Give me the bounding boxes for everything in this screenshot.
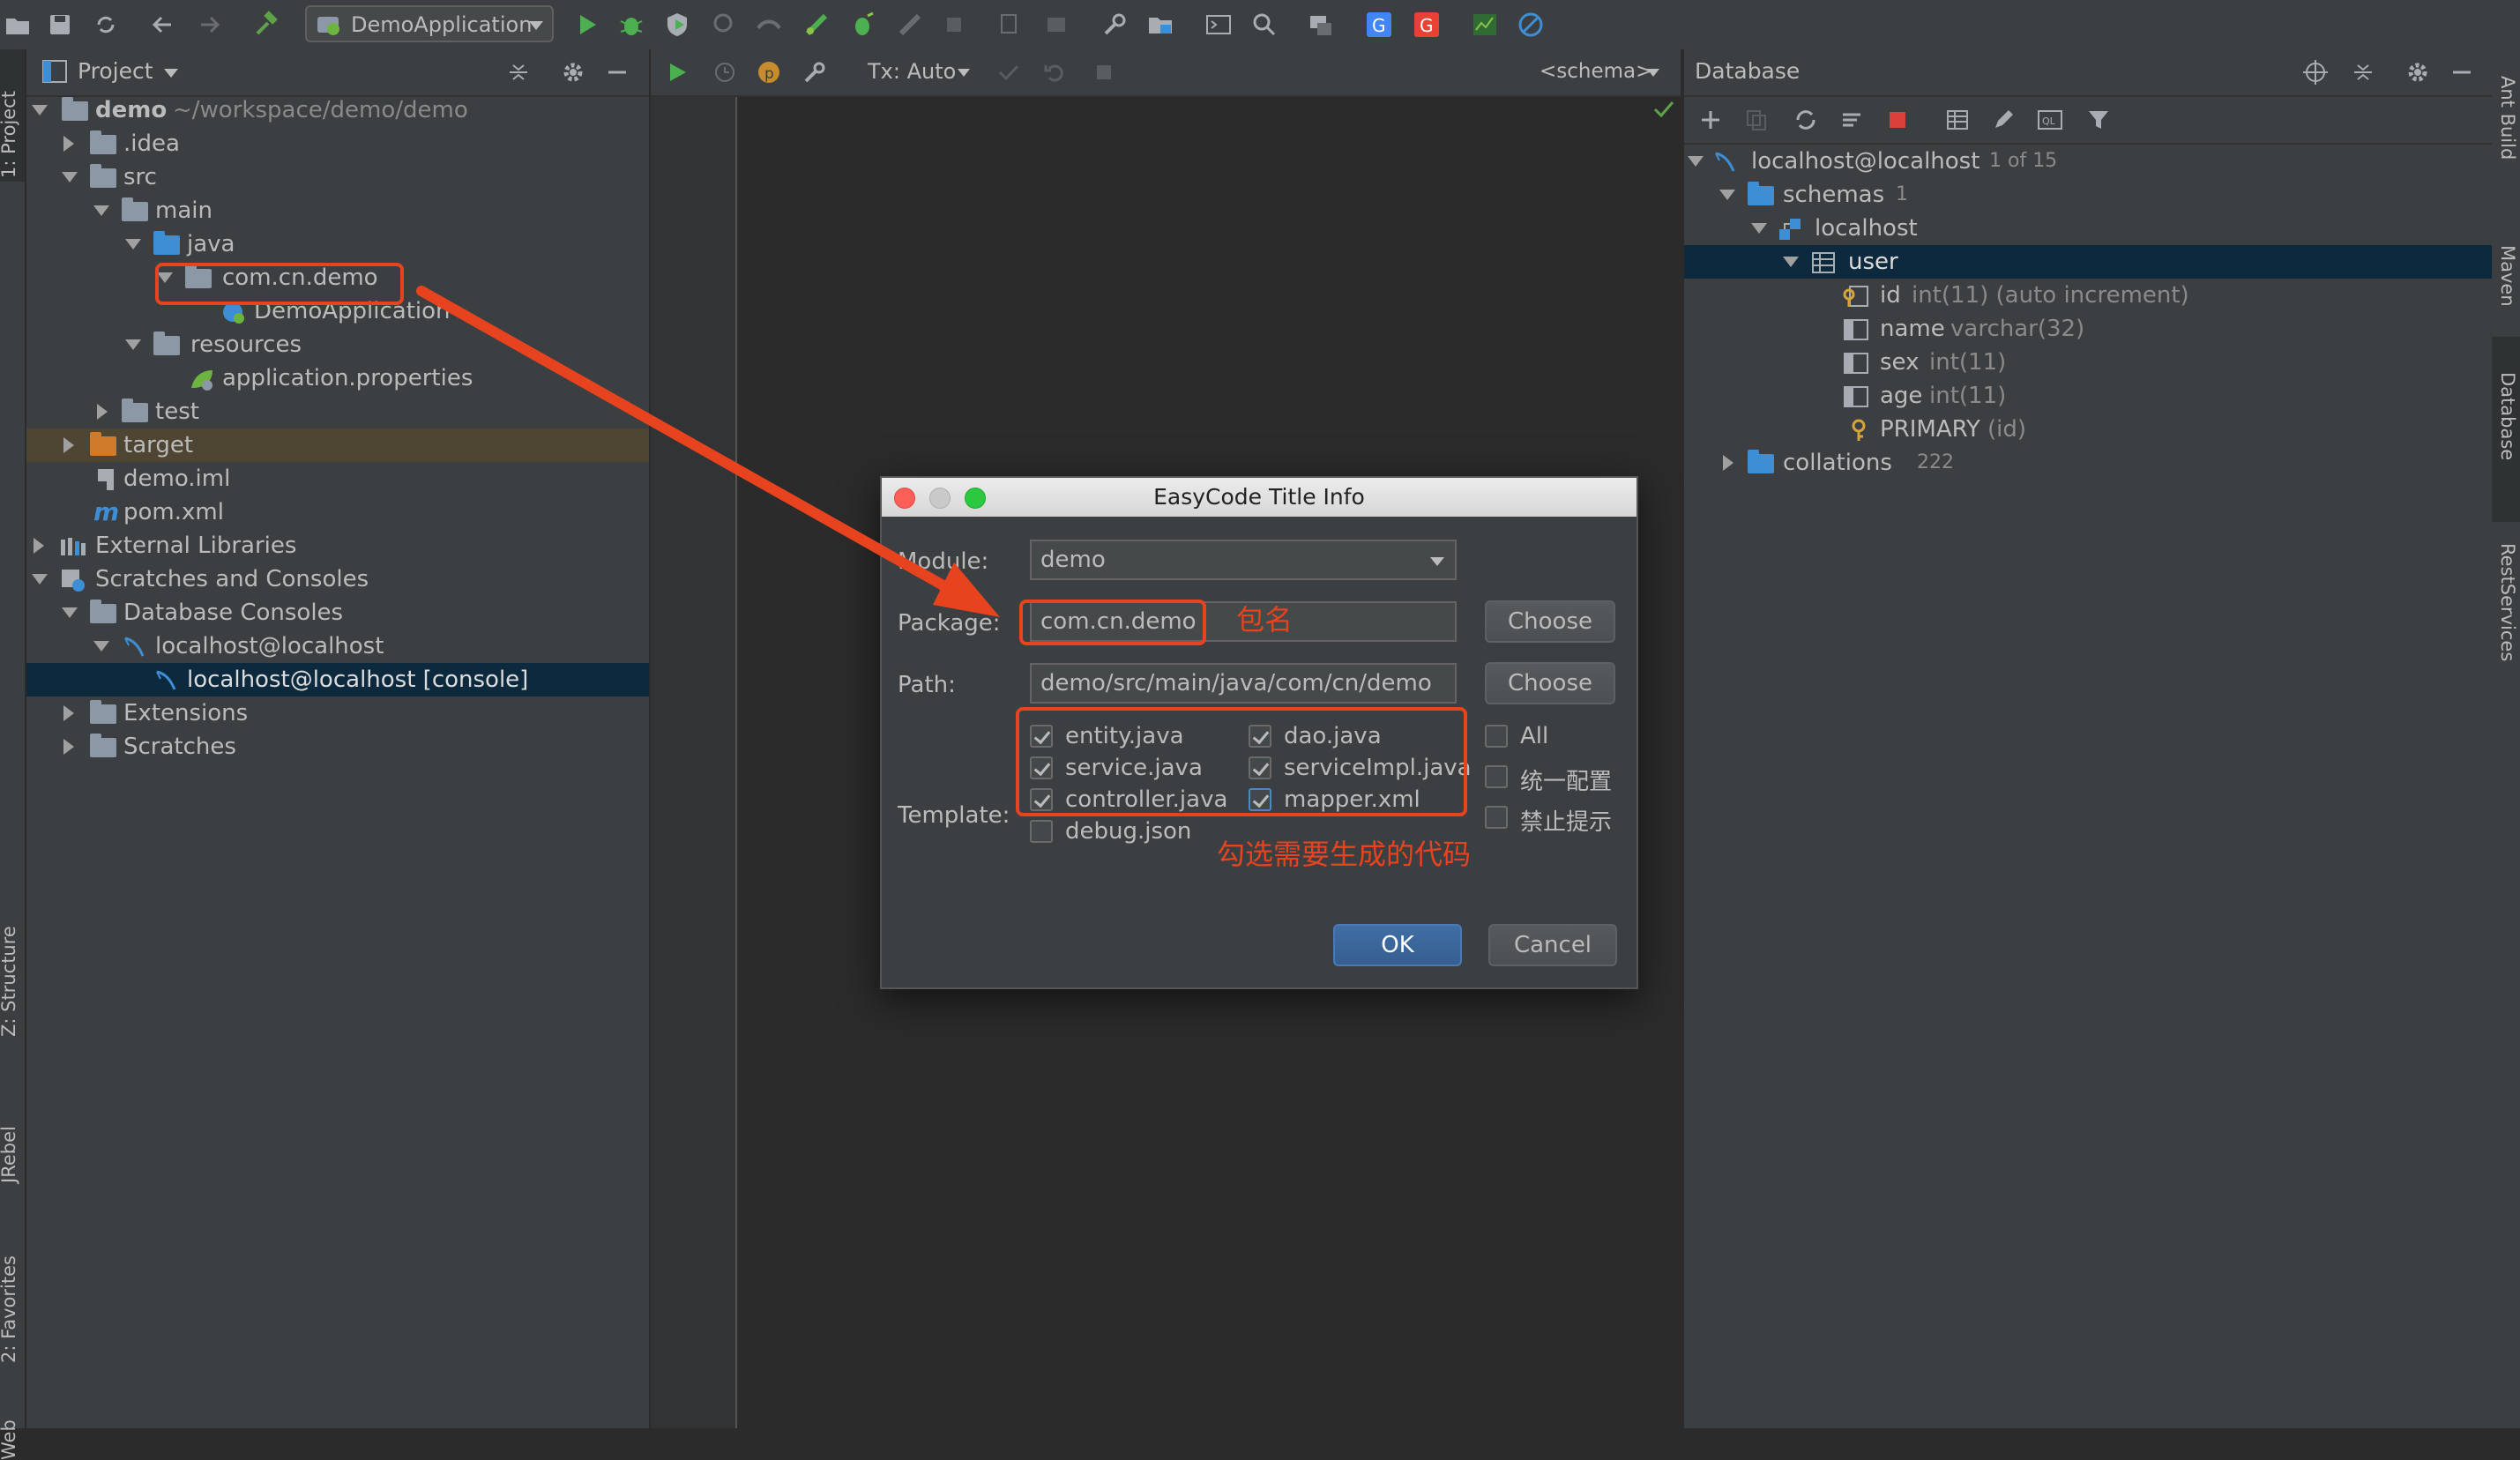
annotation-arrow-icon	[416, 286, 1000, 617]
